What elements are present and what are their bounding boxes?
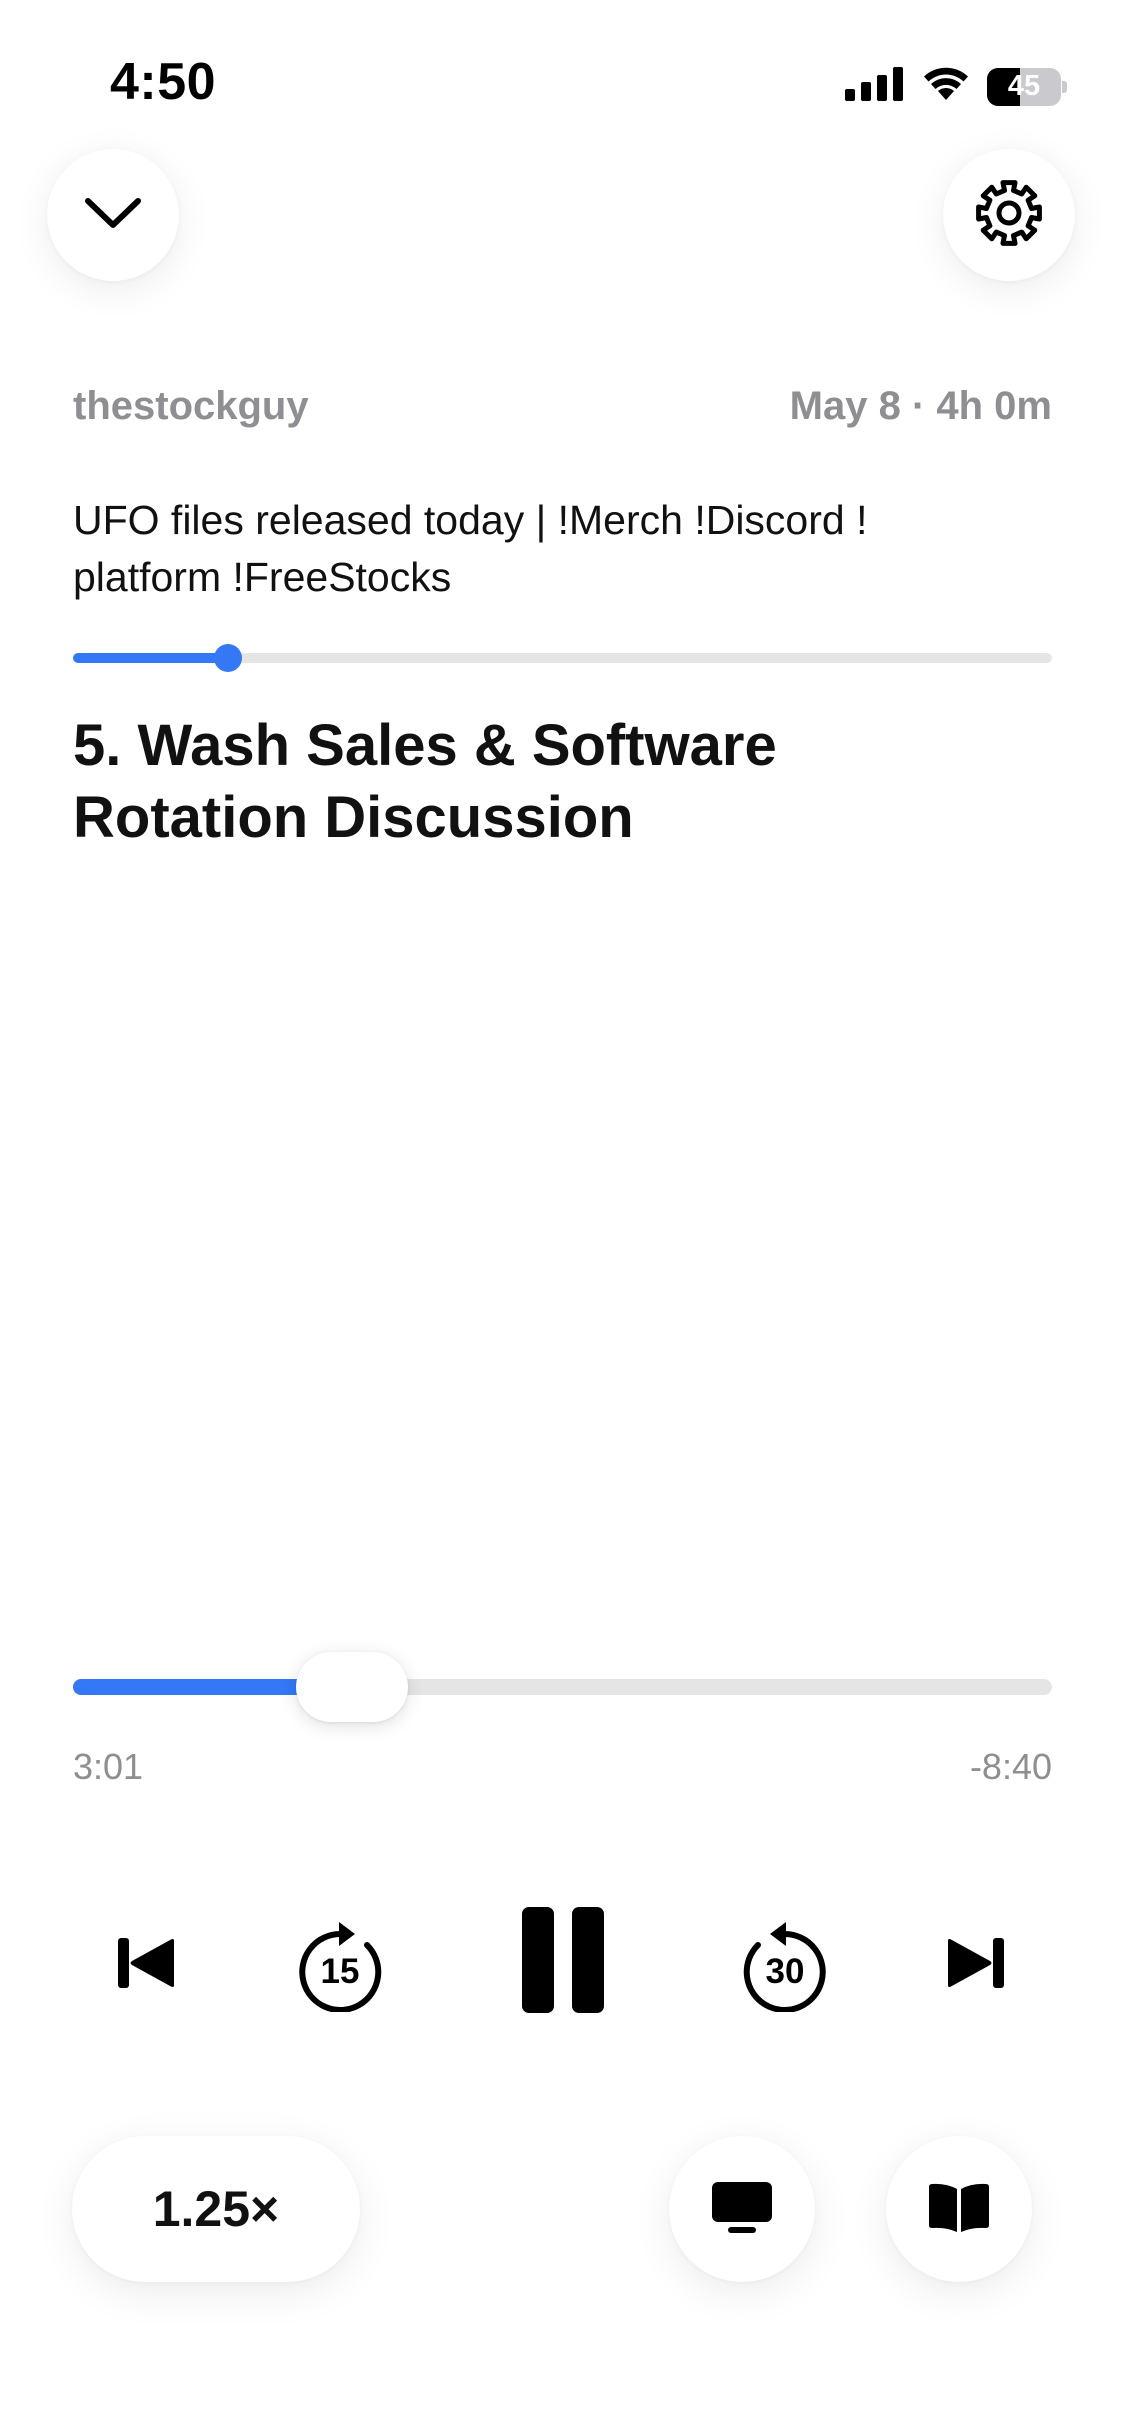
status-time: 4:50: [110, 53, 217, 111]
episode-meta: thestockguy May 8 · 4h 0m: [73, 384, 1052, 429]
rewind-15-icon: 15: [295, 1918, 385, 2012]
episode-progress-fill: [73, 653, 228, 663]
pause-icon: [521, 1907, 604, 2018]
skip-back-icon: [116, 1936, 178, 1995]
episode-title: UFO files released today | !Merch !Disco…: [73, 497, 868, 600]
gear-icon: [974, 178, 1044, 253]
elapsed-time: 3:01: [73, 1746, 144, 1787]
chevron-down-icon: [83, 195, 143, 236]
episode-progress-knob[interactable]: [213, 644, 242, 672]
video-button[interactable]: [669, 2136, 815, 2282]
skip-forward-icon: [944, 1936, 1006, 1995]
settings-button[interactable]: [943, 149, 1075, 281]
pause-button[interactable]: [515, 1905, 610, 2020]
chapter-title: 5. Wash Sales & Software Rotation Discus…: [73, 713, 777, 850]
forward-seconds-label: 30: [765, 1952, 805, 1991]
previous-chapter-button[interactable]: [102, 1920, 192, 2010]
scrubber-thumb[interactable]: [296, 1652, 408, 1722]
next-chapter-button[interactable]: [930, 1920, 1020, 2010]
tv-icon: [710, 2180, 774, 2239]
cellular-signal-icon: [845, 67, 905, 106]
status-icons: 45: [845, 66, 1067, 107]
episode-date-duration: May 8 · 4h 0m: [789, 384, 1052, 428]
book-icon: [928, 2181, 990, 2238]
wifi-icon: [921, 66, 971, 107]
battery-icon: 45: [987, 67, 1067, 106]
rewind-15-button[interactable]: 15: [285, 1910, 395, 2020]
rewind-seconds-label: 15: [320, 1952, 360, 1991]
forward-30-icon: 30: [740, 1918, 830, 2012]
battery-level: 45: [1007, 70, 1041, 102]
remaining-time: -8:40: [969, 1746, 1052, 1787]
playback-scrubber[interactable]: [73, 1652, 1052, 1722]
playback-speed-button[interactable]: 1.25×: [72, 2136, 360, 2282]
episode-progress-bar[interactable]: [73, 644, 1052, 672]
channel-name[interactable]: thestockguy: [73, 384, 309, 429]
chapters-button[interactable]: [886, 2136, 1032, 2282]
collapse-button[interactable]: [47, 149, 179, 281]
forward-30-button[interactable]: 30: [730, 1910, 840, 2020]
